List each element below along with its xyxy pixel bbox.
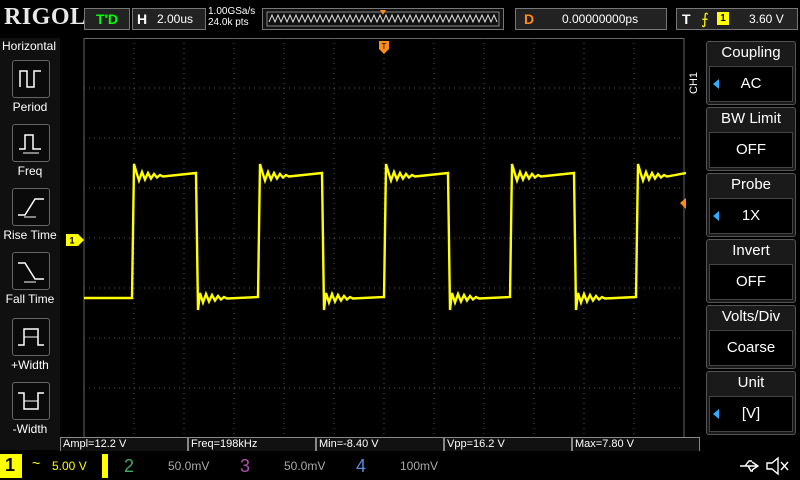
menu-item-fall-time[interactable]: Fall Time xyxy=(0,252,60,314)
delay-readout[interactable]: D 0.00000000ps xyxy=(515,8,667,30)
invert-value: OFF xyxy=(736,273,766,290)
menu-item-pos-width[interactable]: +Width xyxy=(0,318,60,380)
waveform-grid: T xyxy=(83,38,694,438)
trigger-key: T xyxy=(682,11,691,27)
ch1-ground-label: 1 xyxy=(69,236,74,246)
rigol-logo: RIGOL xyxy=(4,4,87,30)
measurement-freq[interactable]: Freq=198kHz xyxy=(188,437,316,452)
coupling-header: Coupling xyxy=(721,44,781,61)
left-menu-title: Horizontal xyxy=(2,39,57,53)
bottom-bar: 1 ~ 5.00 V 2 50.0mV 3 50.0mV 4 100mV xyxy=(0,451,800,480)
svg-text:T: T xyxy=(382,42,387,51)
ch4-number: 4 xyxy=(355,456,366,476)
waveform-display[interactable]: T xyxy=(60,38,694,438)
ch1-number: 1 xyxy=(5,455,16,475)
probe-value-box: 1X xyxy=(709,198,793,234)
horizontal-key: H xyxy=(137,11,148,27)
invert-value-box: OFF xyxy=(709,264,793,300)
ch2-scale: 50.0mV xyxy=(168,459,210,473)
period-icon xyxy=(12,60,50,98)
trigger-level-marker xyxy=(680,198,694,209)
measurement-bar: Ampl=12.2 V Freq=198kHz Min=-8.40 V Vpp=… xyxy=(60,437,700,452)
neg-width-icon xyxy=(12,382,50,420)
left-menu: Horizontal Period Freq Rise Time Fall Ti… xyxy=(0,38,60,450)
fall-time-icon xyxy=(12,252,50,290)
menu-item-bw-limit[interactable]: BW Limit OFF xyxy=(706,107,796,171)
sample-rate: 1.00GSa/s xyxy=(208,6,256,17)
ch4-scale: 100mV xyxy=(400,459,439,473)
measurement-vpp[interactable]: Vpp=16.2 V xyxy=(444,437,572,452)
rising-edge-icon: ⨍ xyxy=(701,11,709,28)
unit-value: [V] xyxy=(741,405,761,422)
menu-item-label: +Width xyxy=(11,358,49,372)
delay-value: 0.00000000ps xyxy=(562,12,639,26)
waveform-memory-bar xyxy=(262,8,504,30)
menu-item-coupling[interactable]: Coupling AC xyxy=(706,41,796,105)
probe-header: Probe xyxy=(730,176,772,193)
menu-item-label: Freq xyxy=(17,164,43,178)
coupling-value: AC xyxy=(740,75,762,92)
ch1-button[interactable]: 1 ~ 5.00 V xyxy=(0,454,108,478)
menu-item-volts-div[interactable]: Volts/Div Coarse xyxy=(706,305,796,369)
coupling-value-box: AC xyxy=(709,66,793,102)
ch2-number: 2 xyxy=(123,456,134,476)
invert-header: Invert xyxy=(732,242,770,259)
trigger-channel-badge: 1 xyxy=(717,12,729,25)
volts-div-header: Volts/Div xyxy=(721,308,781,325)
bw-limit-header: BW Limit xyxy=(721,110,781,127)
menu-item-label: -Width xyxy=(12,422,48,436)
menu-item-freq[interactable]: Freq xyxy=(0,124,60,186)
speaker-mute-icon[interactable] xyxy=(764,456,792,476)
freq-icon xyxy=(12,124,50,162)
trigger-readout[interactable]: T ⨍ 1 3.60 V xyxy=(676,8,798,30)
ch3-scale: 50.0mV xyxy=(284,459,326,473)
volts-div-value-box: Coarse xyxy=(709,330,793,366)
bw-limit-value: OFF xyxy=(736,141,766,158)
sample-rate-readout: 1.00GSa/s 24.0k pts xyxy=(208,6,255,28)
bw-limit-value-box: OFF xyxy=(709,132,793,168)
usb-icon xyxy=(740,460,760,472)
memory-overview xyxy=(266,10,500,27)
menu-item-label: Rise Time xyxy=(3,228,57,242)
unit-header: Unit xyxy=(737,374,765,391)
measurement-max[interactable]: Max=7.80 V xyxy=(572,437,700,452)
pos-width-icon xyxy=(12,318,50,356)
ch1-scale: 5.00 V xyxy=(52,459,87,473)
rise-time-icon xyxy=(12,188,50,226)
probe-value: 1X xyxy=(741,207,761,224)
delay-key: D xyxy=(524,11,535,27)
unit-value-box: [V] xyxy=(709,396,793,432)
menu-item-rise-time[interactable]: Rise Time xyxy=(0,188,60,250)
horizontal-value: 2.00us xyxy=(157,12,194,26)
menu-item-label: Period xyxy=(12,100,48,114)
menu-item-period[interactable]: Period xyxy=(0,60,60,122)
trigger-level: 3.60 V xyxy=(749,12,784,26)
menu-item-label: Fall Time xyxy=(5,292,55,306)
run-status-badge[interactable]: T'D xyxy=(84,8,130,30)
menu-item-unit[interactable]: Unit [V] xyxy=(706,371,796,435)
horizontal-scale[interactable]: H 2.00us xyxy=(132,8,206,30)
ac-coupling-icon: ~ xyxy=(32,455,41,471)
measurement-ampl[interactable]: Ampl=12.2 V xyxy=(60,437,188,452)
menu-item-neg-width[interactable]: -Width xyxy=(0,382,60,444)
top-bar: RIGOL T'D H 2.00us 1.00GSa/s 24.0k pts D… xyxy=(0,0,800,38)
menu-item-invert[interactable]: Invert OFF xyxy=(706,239,796,303)
ch3-number: 3 xyxy=(239,456,250,476)
trigger-position-marker: T xyxy=(379,41,389,54)
volts-div-value: Coarse xyxy=(726,339,776,356)
memory-depth: 24.0k pts xyxy=(208,17,249,28)
ch1-ground-marker: 1 xyxy=(66,233,86,251)
menu-item-probe[interactable]: Probe 1X xyxy=(706,173,796,237)
measurement-min[interactable]: Min=-8.40 V xyxy=(316,437,444,452)
